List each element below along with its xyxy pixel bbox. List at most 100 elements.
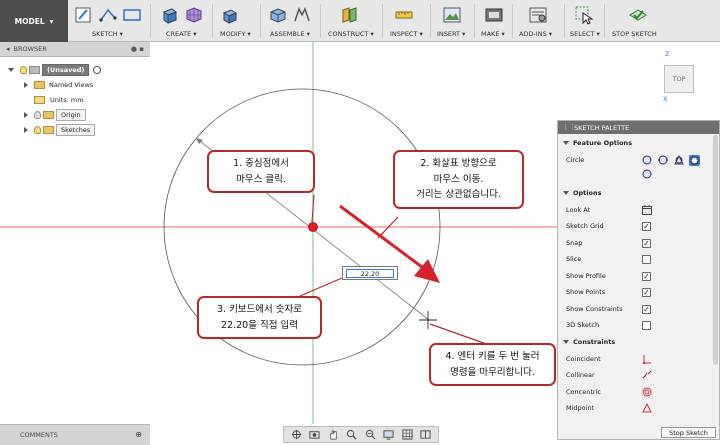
section-feature-options[interactable]: Feature Options (563, 139, 632, 147)
dimension-value[interactable]: 22.20 (346, 268, 394, 278)
tree-item-label: Named Views (49, 81, 94, 89)
constraint-collinear: Collinear (566, 371, 595, 379)
lightbulb-icon[interactable] (20, 66, 27, 74)
tangent-circle-icon[interactable] (689, 155, 700, 166)
workspace-switcher[interactable]: MODEL ▾ (0, 0, 68, 42)
stop-sketch-icon[interactable] (628, 5, 648, 25)
grid-settings-icon[interactable] (402, 429, 413, 440)
zoom-window-icon[interactable] (365, 429, 376, 440)
tree-item-units[interactable]: Units: mm (34, 94, 84, 106)
two-point-circle-icon[interactable] (658, 155, 668, 165)
comments-panel[interactable]: COMMENTS ⊕ (0, 424, 150, 445)
add-comment-icon[interactable]: ⊕ (135, 430, 142, 439)
viewcube-x-axis: X (663, 95, 668, 103)
tree-item-label: Sketches (56, 124, 96, 136)
expand-icon[interactable] (24, 112, 28, 118)
option-show-constraints: Show Constraints (566, 305, 623, 313)
option-slice: Slice (566, 255, 582, 263)
tree-item-named-views[interactable]: Named Views (24, 79, 93, 91)
callout-step-2: 2. 화살표 방향으로 마우스 이동. 거리는 상관없습니다. (393, 150, 524, 210)
collapse-icon[interactable] (563, 141, 569, 145)
option-snap: Snap (566, 239, 583, 247)
browser-panel: ◂ BROWSER ● ▪ (Unsaved) Named Views Unit… (0, 42, 150, 138)
tree-item-root[interactable]: (Unsaved) (8, 64, 102, 76)
viewcube[interactable]: TOP (664, 65, 694, 93)
pan-icon[interactable] (328, 429, 339, 440)
drag-handle-icon[interactable]: ⋮⋮ (562, 123, 576, 131)
browser-header[interactable]: ◂ BROWSER ● ▪ (0, 42, 150, 57)
tree-item-sketches[interactable]: Sketches (24, 124, 96, 136)
look-at-icon[interactable] (309, 429, 320, 440)
rectangle-icon[interactable] (122, 5, 142, 25)
show-constraints-checkbox[interactable]: ✓ (642, 305, 651, 314)
create-sketch-icon[interactable] (74, 5, 94, 25)
coincident-icon[interactable] (642, 354, 652, 364)
3d-print-icon[interactable] (484, 5, 504, 25)
toolbar-select-label: SELECT ▾ (570, 30, 600, 38)
snap-checkbox[interactable]: ✓ (642, 239, 651, 248)
lightbulb-icon[interactable] (34, 126, 41, 134)
lightbulb-icon[interactable] (34, 111, 41, 119)
three-point-circle-icon[interactable] (674, 155, 684, 165)
palette-scrollbar[interactable] (713, 135, 718, 365)
folder-icon (34, 81, 45, 89)
midpoint-icon[interactable] (642, 403, 652, 413)
collapse-icon[interactable] (563, 340, 569, 344)
joint-icon[interactable] (292, 5, 312, 25)
sketch-grid-checkbox[interactable]: ✓ (642, 222, 651, 231)
center-point[interactable] (308, 222, 318, 232)
panel-options-icon[interactable]: ● ▪ (131, 45, 144, 53)
expand-icon[interactable] (24, 127, 28, 133)
center-diameter-circle-icon[interactable] (642, 155, 652, 165)
measure-icon[interactable] (394, 5, 414, 25)
zoom-icon[interactable] (346, 429, 357, 440)
display-settings-icon[interactable] (383, 429, 394, 440)
sketch-palette-header[interactable]: ⋮⋮ SKETCH PALETTE (558, 121, 719, 134)
collinear-icon[interactable] (642, 370, 652, 380)
viewcube-face-label[interactable]: TOP (672, 75, 685, 83)
offset-plane-icon[interactable] (340, 5, 360, 25)
concentric-icon[interactable] (642, 387, 652, 397)
show-points-checkbox[interactable]: ✓ (642, 288, 651, 297)
tangent-three-circle-icon[interactable] (642, 169, 652, 179)
form-icon[interactable] (184, 5, 204, 25)
stop-sketch-button[interactable]: Stop Sketch (661, 427, 716, 438)
3d-sketch-checkbox[interactable] (642, 321, 651, 330)
insert-image-icon[interactable] (442, 5, 462, 25)
constraint-concentric: Concentric (566, 388, 601, 396)
activate-icon[interactable] (93, 66, 102, 74)
scripts-icon[interactable] (528, 5, 548, 25)
dimension-input[interactable]: 22.20 (342, 266, 398, 280)
select-cursor-icon[interactable] (574, 5, 594, 25)
look-at-icon[interactable] (642, 205, 652, 215)
chevron-down-icon[interactable]: ◂ (6, 45, 10, 53)
main-toolbar: MODEL ▾ SKETCH ▾ CREATE ▾ MODIFY ▾ ASSEM… (0, 0, 720, 42)
option-sketch-grid: Sketch Grid (566, 222, 604, 230)
toolbar-create-label: CREATE ▾ (166, 30, 197, 38)
viewports-icon[interactable] (420, 429, 431, 440)
collapse-icon[interactable] (563, 191, 569, 195)
section-constraints[interactable]: Constraints (563, 338, 615, 346)
extrude-icon[interactable] (160, 5, 180, 25)
comments-title: COMMENTS (20, 431, 58, 439)
section-options[interactable]: Options (563, 189, 601, 197)
browser-title: BROWSER (13, 45, 47, 53)
tree-item-origin[interactable]: Origin (24, 109, 86, 121)
line-icon[interactable] (98, 5, 118, 25)
show-profile-checkbox[interactable]: ✓ (642, 272, 651, 281)
circle-type-icons[interactable] (642, 155, 706, 179)
expand-icon[interactable] (24, 82, 28, 88)
slice-checkbox[interactable] (642, 255, 651, 264)
orbit-icon[interactable] (291, 429, 302, 440)
toolbar-modify-label: MODIFY ▾ (220, 30, 251, 38)
new-component-icon[interactable] (268, 5, 288, 25)
collapse-icon[interactable] (8, 68, 14, 72)
navigation-bar (283, 426, 439, 443)
folder-icon (43, 126, 54, 134)
callout-step-3: 3. 키보드에서 숫자로 22.20을 직접 입력 (197, 296, 322, 340)
tree-item-label: Units: mm (50, 96, 84, 104)
toolbar-stop-sketch-label: STOP SKETCH (612, 30, 657, 38)
press-pull-icon[interactable] (220, 5, 240, 25)
crosshair-cursor-icon (419, 311, 437, 329)
sketch-palette-title: SKETCH PALETTE (574, 123, 630, 132)
